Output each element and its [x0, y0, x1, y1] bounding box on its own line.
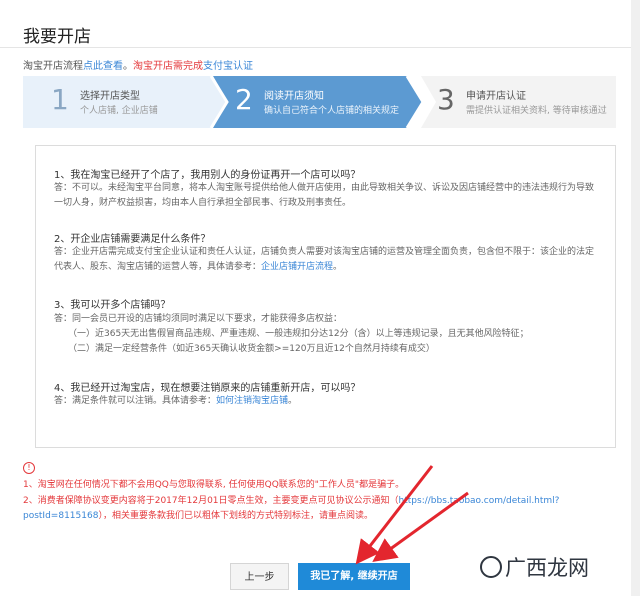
page-scrollbar[interactable] — [631, 0, 640, 596]
faq-answer-2: 答：企业开店需完成支付宝企业认证和责任人认证，店铺负责人需要对该淘宝店铺的运营及… — [54, 245, 599, 275]
faq-answer-3-condition-1: （一）近365天无出售假冒商品违规、严重违规、一般违规扣分达12分（含）以上等违… — [68, 329, 529, 339]
intro-sep: 。 — [123, 61, 133, 72]
notice-line-1: 1、淘宝网在任何情况下都不会用QQ与您取得联系, 任何使用QQ联系您的"工作人员… — [23, 480, 405, 490]
step-2: 2 阅读开店须知 确认自己符合个人店铺的相关规定 — [213, 76, 413, 128]
intro-prefix: 淘宝开店流程 — [23, 61, 83, 72]
step-2-desc: 确认自己符合个人店铺的相关规定 — [264, 106, 400, 116]
previous-step-button[interactable]: 上一步 — [230, 563, 289, 590]
process-link[interactable]: 点此查看 — [83, 61, 123, 72]
faq-answer-1: 答：不可以。未经淘宝平台同意，将本人淘宝账号提供给他人做开店使用，由此导致相关争… — [54, 183, 595, 208]
watermark: 广西龙网 — [505, 556, 589, 580]
page-frame: 我要开店 淘宝开店流程点此查看。淘宝开店需完成支付宝认证 1 选择开店类型 个人… — [0, 0, 640, 596]
step-3-title: 申请开店认证 — [466, 91, 526, 102]
step-1-title: 选择开店类型 — [80, 91, 140, 102]
step-3-desc: 需提供认证相关资料, 等待审核通过 — [466, 106, 607, 116]
step-2-title: 阅读开店须知 — [264, 91, 324, 102]
intro-line: 淘宝开店流程点此查看。淘宝开店需完成支付宝认证 — [23, 57, 253, 72]
step-1-desc: 个人店铺, 企业店铺 — [80, 106, 158, 116]
faq-question-2: 2、开企业店铺需要满足什么条件？ — [54, 234, 211, 245]
faq-answer-2-end: 。 — [333, 262, 343, 272]
close-shop-link[interactable]: 如何注销淘宝店铺 — [216, 396, 288, 406]
page-title: 我要开店 — [23, 27, 91, 47]
intro-requirement: 淘宝开店需完成 — [133, 61, 203, 72]
faq-answer-3-condition-2: （二）满足一定经营条件（如近365天确认收货金额>=120万且近12个自然月持续… — [68, 344, 435, 354]
watermark-logo-icon — [480, 556, 502, 578]
faq-question-3: 3、我可以开多个店铺吗？ — [54, 300, 171, 311]
faq-question-4: 4、我已经开过淘宝店，现在想要注销原来的店铺重新开店，可以吗？ — [54, 383, 361, 394]
step-2-number: 2 — [235, 83, 253, 116]
alipay-auth-link[interactable]: 支付宝认证 — [203, 61, 253, 72]
step-1: 1 选择开店类型 个人店铺, 企业店铺 — [23, 76, 213, 128]
faq-answer-4-text: 答：满足条件就可以注销。具体请参考： — [54, 396, 217, 406]
step-3-number: 3 — [437, 83, 455, 116]
step-3: 3 申请开店认证 需提供认证相关资料, 等待审核通过 — [421, 76, 616, 128]
step-progress: 1 选择开店类型 个人店铺, 企业店铺 2 阅读开店须知 确认自己符合个人店铺的… — [23, 76, 616, 128]
faq-answer-3: 答：同一会员已开设的店铺均须同时满足以下要求，才能获得多店权益： — [54, 314, 343, 324]
notice-line-2-end: ），相关重要条款我们已以粗体下划线的方式特别标注，请重点阅读。 — [98, 511, 373, 521]
faq-answer-4-end: 。 — [288, 396, 298, 406]
warning-icon: ! — [23, 462, 35, 474]
continue-open-shop-button[interactable]: 我已了解, 继续开店 — [298, 563, 410, 590]
faq-panel: 1、我在淘宝已经开了个店了，我用别人的身份证再开一个店可以吗？ 答：不可以。未经… — [35, 145, 616, 448]
header-divider — [0, 47, 640, 48]
enterprise-shop-link[interactable]: 企业店铺开店流程 — [261, 262, 333, 272]
faq-answer-4: 答：满足条件就可以注销。具体请参考：如何注销淘宝店铺。 — [54, 394, 599, 409]
notice-line-2-text: 2、消费者保障协议变更内容将于2017年12月01日零点生效，主要变更点可见协议… — [23, 496, 399, 506]
faq-question-1: 1、我在淘宝已经开了个店了，我用别人的身份证再开一个店可以吗？ — [54, 170, 361, 181]
step-1-number: 1 — [51, 83, 69, 116]
notice-line-2: 2、消费者保障协议变更内容将于2017年12月01日零点生效，主要变更点可见协议… — [23, 494, 616, 524]
